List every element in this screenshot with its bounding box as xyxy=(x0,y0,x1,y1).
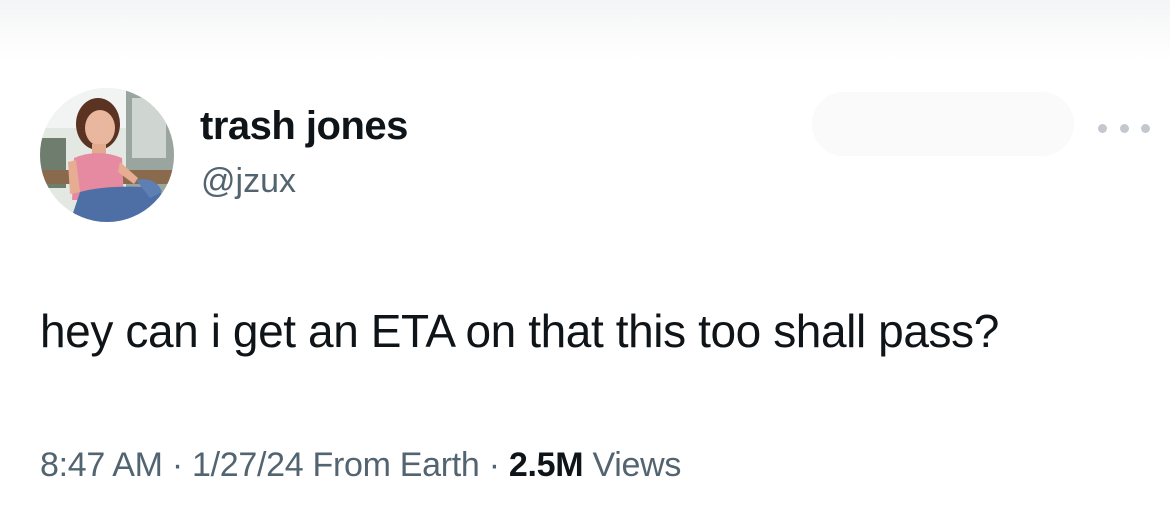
more-dot xyxy=(1119,123,1129,133)
author-display-name[interactable]: trash jones xyxy=(200,104,408,149)
meta-separator: · xyxy=(171,446,183,484)
follow-button[interactable] xyxy=(812,92,1074,156)
views-label: Views xyxy=(592,446,682,484)
tweet-source: From Earth xyxy=(312,446,480,484)
profile-photo-icon xyxy=(40,88,174,222)
tweet-time[interactable]: 8:47 AM xyxy=(40,446,163,484)
more-dot xyxy=(1141,123,1150,133)
tweet-date[interactable]: 1/27/24 xyxy=(192,446,304,484)
views-count[interactable]: 2.5M xyxy=(509,446,584,484)
blurred-header xyxy=(0,0,1170,60)
meta-separator: · xyxy=(488,446,500,484)
tweet-text: hey can i get an ETA on that this too sh… xyxy=(40,305,999,357)
author-handle[interactable]: @jzux xyxy=(201,162,296,201)
tweet-meta: 8:47 AM · 1/27/24 From Earth · 2.5M View… xyxy=(40,446,681,485)
more-dot xyxy=(1098,123,1107,133)
avatar[interactable] xyxy=(40,88,174,222)
more-horizontal-icon[interactable] xyxy=(1098,116,1150,140)
